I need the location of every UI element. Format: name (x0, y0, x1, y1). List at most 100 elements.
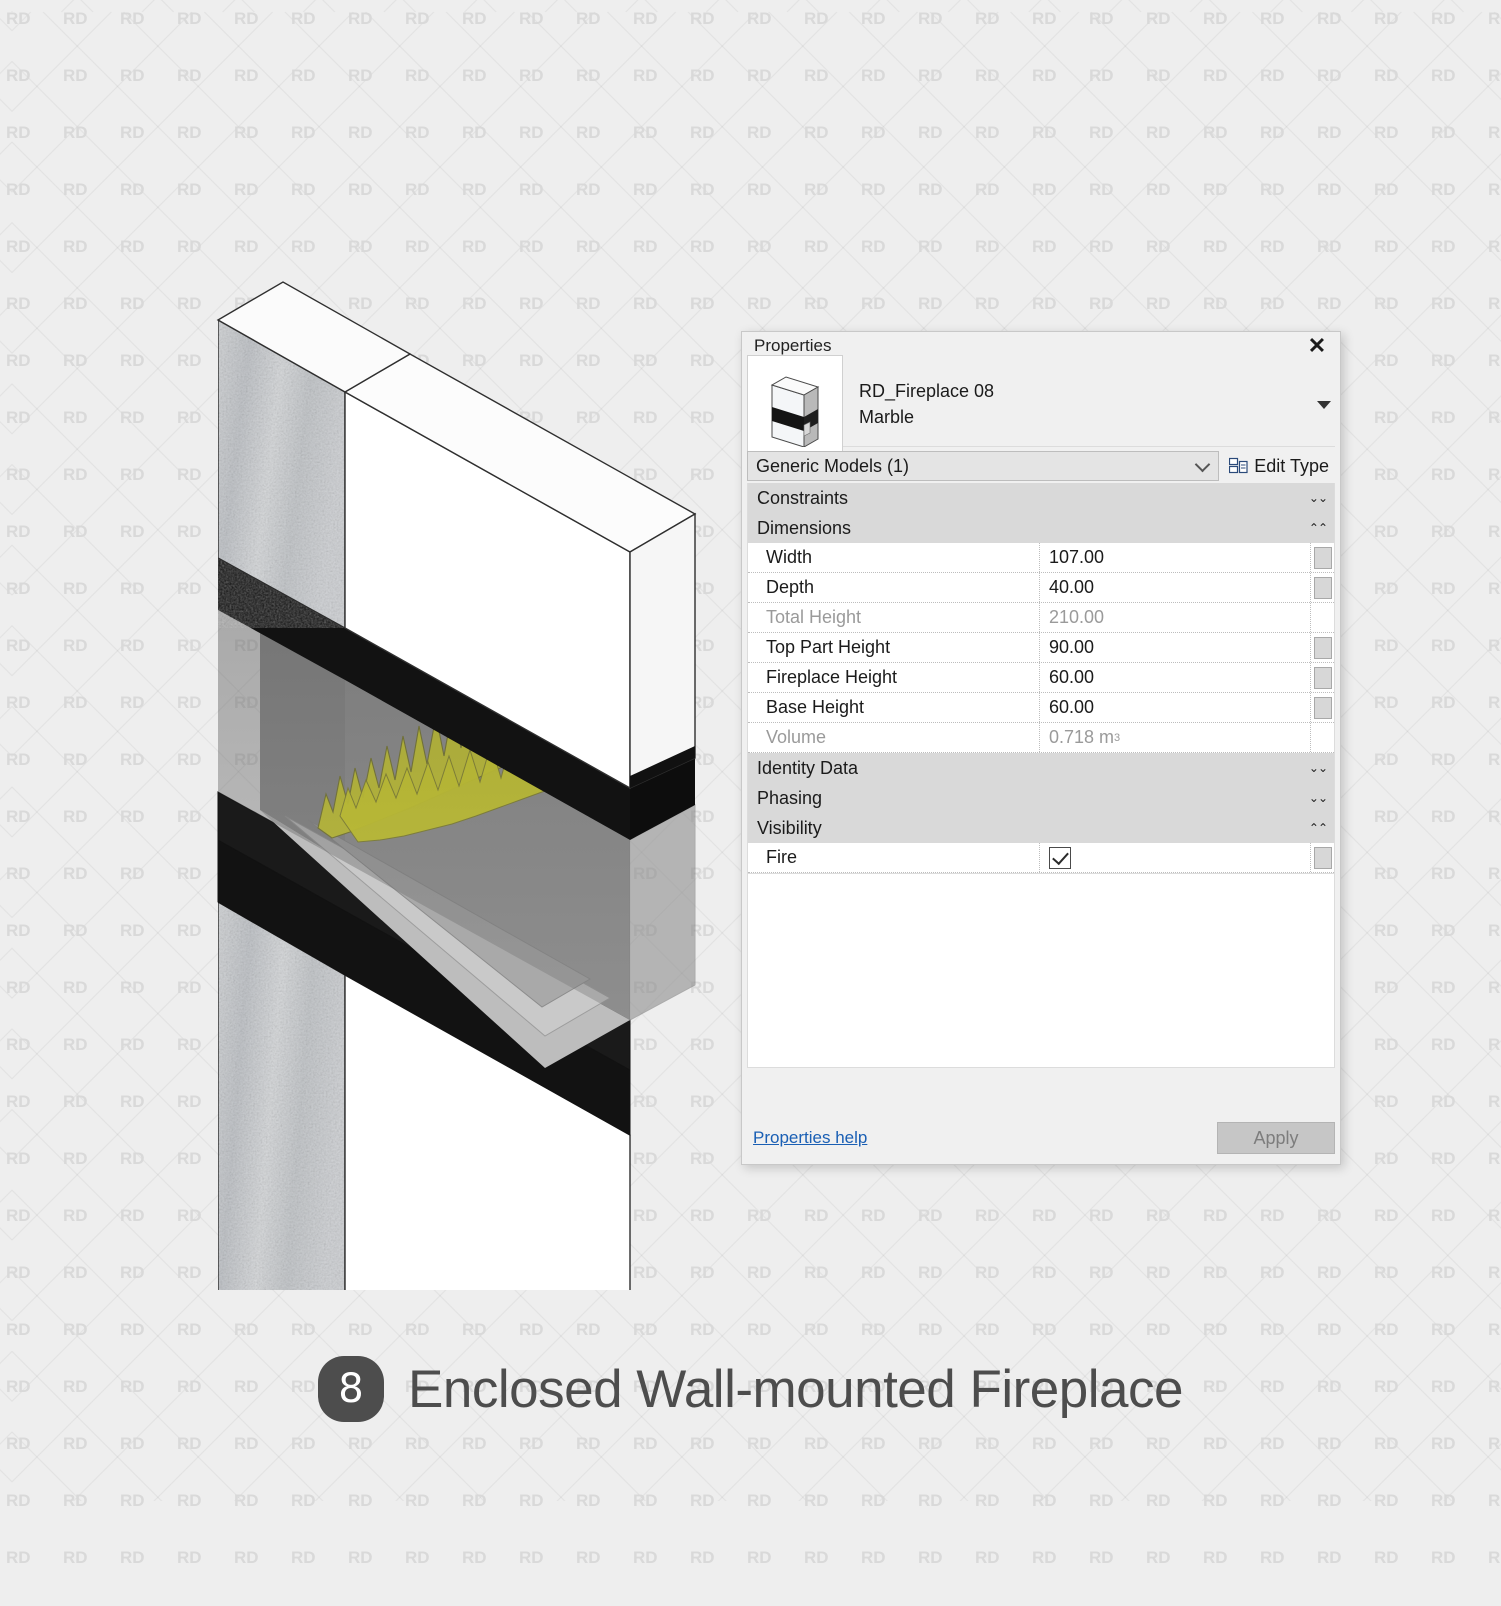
parameter-group-label: Dimensions (757, 517, 852, 538)
parameter-row[interactable]: Base Height 60.00 (748, 693, 1334, 723)
category-combobox[interactable]: Generic Models (1) (747, 451, 1220, 481)
parameter-override-button[interactable] (1310, 663, 1334, 692)
override-swatch (1314, 727, 1332, 749)
family-name: RD_Fireplace 08 (859, 380, 995, 401)
watermark-label: RD (462, 1548, 487, 1567)
parameter-row[interactable]: Width 107.00 (748, 543, 1334, 573)
close-icon[interactable]: ✕ (1304, 335, 1330, 359)
watermark-label: RD (918, 1548, 943, 1567)
parameter-value[interactable]: 40.00 (1040, 573, 1310, 602)
parameter-label: Top Part Height (748, 633, 1040, 662)
parameter-label: Fire (748, 843, 1040, 872)
watermark-label: RD (1260, 1548, 1285, 1567)
palette-title: Properties (754, 336, 832, 355)
parameter-value: 0.718 m3 (1049, 727, 1121, 747)
watermark-label: RD (804, 1548, 829, 1567)
override-swatch[interactable] (1313, 636, 1332, 659)
watermark-label: RD (1431, 1548, 1456, 1567)
watermark-label: RD (234, 1548, 259, 1567)
parameter-value: 210.00 (1049, 607, 1105, 627)
parameter-label: Fireplace Height (748, 663, 1040, 692)
parameter-group-label: Phasing (757, 787, 823, 808)
watermark-label: RD (1488, 1548, 1501, 1567)
watermark-label: RD (861, 1548, 886, 1567)
type-selector-header[interactable]: RD_Fireplace 08 Marble (747, 354, 1335, 455)
parameter-override-button (1310, 603, 1334, 632)
watermark-label: RD (576, 1548, 601, 1567)
watermark-label: RD (690, 1548, 715, 1567)
parameter-table[interactable]: Constraints ⌄⌄ Dimensions ⌃⌃ Width 107.00 Dept… (747, 483, 1335, 874)
watermark-label: RD (6, 1548, 31, 1567)
parameter-row[interactable]: Fireplace Height 60.00 (748, 663, 1334, 693)
watermark-label: RD (405, 1548, 430, 1567)
properties-help-link[interactable]: Properties help (747, 1128, 867, 1148)
parameter-value[interactable] (1040, 843, 1310, 872)
edit-type-button[interactable]: Edit Type (1219, 451, 1335, 481)
chevron-up-icon[interactable]: ⌃⌃ (1309, 522, 1328, 534)
watermark-label: RD (1317, 1548, 1342, 1567)
figure-caption: 8 Enclosed Wall-mounted Fireplace (0, 1356, 1501, 1422)
parameter-group-header[interactable]: Phasing ⌄⌄ (748, 783, 1334, 813)
checkbox-checked-icon[interactable] (1049, 846, 1071, 869)
parameter-group-header[interactable]: Visibility ⌃⌃ (748, 813, 1334, 843)
fireplace-3d-view (190, 180, 710, 1290)
watermark-label: RD (120, 1548, 145, 1567)
parameter-value[interactable]: 60.00 (1040, 693, 1310, 722)
parameter-override-button[interactable] (1310, 693, 1334, 722)
type-thumbnail (747, 354, 843, 455)
parameter-group-header[interactable]: Dimensions ⌃⌃ (748, 513, 1334, 543)
properties-palette[interactable]: Properties ✕ RD_Fireplace 08 Marble Gene… (741, 331, 1341, 1165)
type-dropdown-caret-icon[interactable] (1317, 400, 1331, 409)
override-swatch[interactable] (1313, 666, 1332, 689)
watermark-label: RD (633, 1548, 658, 1567)
chevron-down-icon[interactable] (1195, 456, 1211, 473)
parameter-group-label: Identity Data (757, 757, 859, 778)
watermark-label: RD (291, 1548, 316, 1567)
edit-type-label: Edit Type (1254, 455, 1329, 476)
type-name-block: RD_Fireplace 08 Marble (859, 379, 994, 430)
category-selector-row[interactable]: Generic Models (1) Edit Type (747, 451, 1335, 481)
override-swatch[interactable] (1313, 576, 1332, 599)
override-swatch[interactable] (1313, 846, 1332, 869)
parameter-row[interactable]: Volume 0.718 m3 (748, 723, 1334, 753)
parameter-value[interactable]: 107.00 (1040, 543, 1310, 572)
parameter-override-button[interactable] (1310, 543, 1334, 572)
override-swatch (1314, 607, 1332, 629)
parameter-label: Width (748, 543, 1040, 572)
parameter-override-button[interactable] (1310, 633, 1334, 662)
parameter-value[interactable]: 90.00 (1040, 633, 1310, 662)
chevron-down-icon[interactable]: ⌄⌄ (1309, 762, 1328, 774)
figure-title: Enclosed Wall-mounted Fireplace (408, 1359, 1183, 1419)
parameter-row[interactable]: Top Part Height 90.00 (748, 633, 1334, 663)
watermark-label: RD (1032, 1548, 1057, 1567)
fireplace-geometry (216, 281, 697, 1290)
parameter-override-button (1310, 723, 1334, 752)
watermark-label: RD (348, 1548, 373, 1567)
parameter-group-label: Constraints (757, 487, 849, 508)
parameter-row[interactable]: Total Height 210.00 (748, 603, 1334, 633)
watermark-label: RD (1089, 1548, 1114, 1567)
palette-footer: Properties help Apply (747, 1118, 1335, 1158)
parameter-value[interactable]: 60.00 (1040, 663, 1310, 692)
chevron-up-icon[interactable]: ⌃⌃ (1309, 822, 1328, 834)
parameter-group-header[interactable]: Constraints ⌄⌄ (748, 483, 1334, 513)
watermark-label: RD (747, 1548, 772, 1567)
watermark-label: RD (63, 1548, 88, 1567)
parameter-override-button[interactable] (1310, 843, 1334, 872)
parameter-label: Depth (748, 573, 1040, 602)
parameter-row[interactable]: Depth 40.00 (748, 573, 1334, 603)
watermark-label: RD (975, 1548, 1000, 1567)
parameter-override-button[interactable] (1310, 573, 1334, 602)
parameter-row[interactable]: Fire (748, 843, 1334, 873)
chevron-down-icon[interactable]: ⌄⌄ (1309, 792, 1328, 804)
watermark-label: RD (1374, 1548, 1399, 1567)
parameter-label: Total Height (748, 603, 1040, 632)
parameter-group-header[interactable]: Identity Data ⌄⌄ (748, 753, 1334, 783)
parameter-table-empty-area (747, 874, 1335, 1068)
override-swatch[interactable] (1313, 546, 1332, 569)
chevron-down-icon[interactable]: ⌄⌄ (1309, 492, 1328, 504)
override-swatch[interactable] (1313, 696, 1332, 719)
apply-button[interactable]: Apply (1217, 1122, 1335, 1154)
parameter-group-label: Visibility (757, 817, 822, 838)
type-name: Marble (859, 406, 915, 427)
